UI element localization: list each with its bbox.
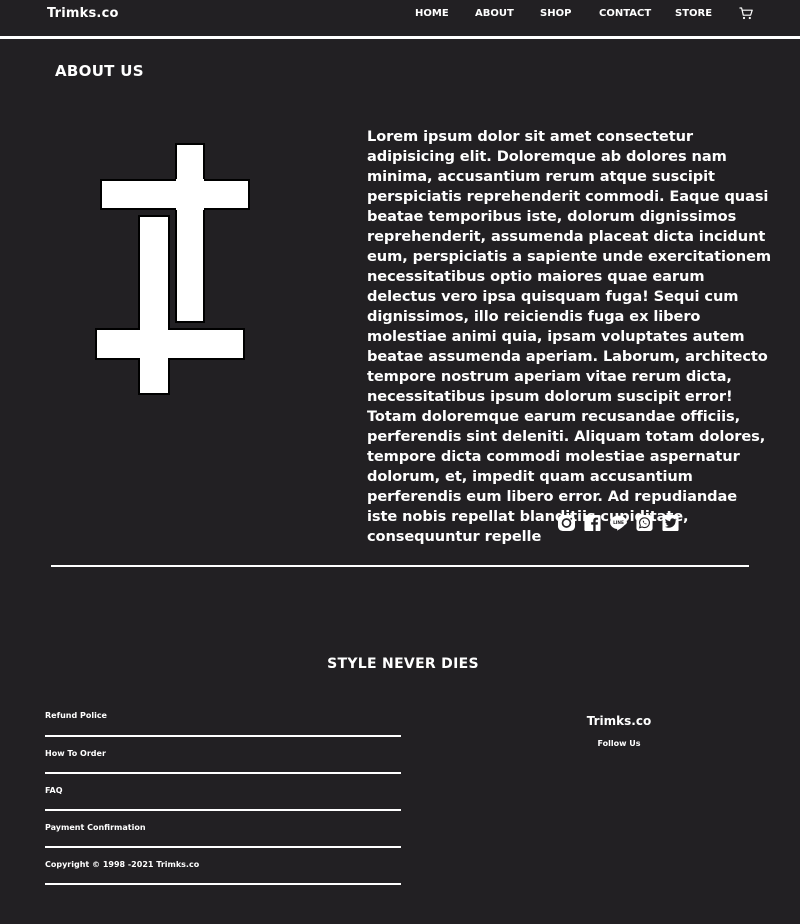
brand-logo-text[interactable]: Trimks.co [47, 6, 119, 21]
footer-tagline: STYLE NEVER DIES [327, 656, 479, 672]
top-navbar: Trimks.co HOME ABOUT SHOP CONTACT STORE [0, 0, 800, 39]
footer-links: Refund Police How To Order FAQ Payment C… [45, 699, 401, 885]
line-icon[interactable]: LINE [609, 514, 628, 532]
footer-link-how-to-order: How To Order [45, 737, 401, 774]
footer-brand: Trimks.co [586, 714, 652, 728]
footer-link-payment-confirmation-text[interactable]: Payment Confirmation [45, 823, 146, 832]
footer-link-refund-text[interactable]: Refund Police [45, 711, 107, 720]
cart-icon[interactable] [739, 7, 753, 20]
social-icons: LINE [557, 514, 680, 533]
copyright-text: Copyright © 1998 -2021 Trimks.co [45, 860, 200, 869]
nav-link-home[interactable]: HOME [415, 8, 449, 19]
footer-copyright: Copyright © 1998 -2021 Trimks.co [45, 848, 401, 885]
nav-link-store[interactable]: STORE [675, 8, 712, 19]
nav-link-shop[interactable]: SHOP [540, 8, 571, 19]
facebook-icon[interactable] [583, 514, 602, 532]
footer-link-faq-text[interactable]: FAQ [45, 786, 63, 795]
line-icon-text: LINE [613, 520, 624, 526]
whatsapp-icon[interactable] [635, 514, 654, 532]
nav-link-contact[interactable]: CONTACT [599, 8, 651, 19]
footer-link-refund: Refund Police [45, 699, 401, 737]
footer-follow-us: Follow Us [597, 739, 641, 748]
instagram-icon[interactable] [557, 514, 576, 532]
twitter-icon[interactable] [661, 514, 680, 532]
inverted-crosses-image [95, 143, 250, 395]
about-description: Lorem ipsum dolor sit amet consectetur a… [367, 128, 771, 545]
footer-link-faq: FAQ [45, 774, 401, 811]
footer-link-payment-confirmation: Payment Confirmation [45, 811, 401, 848]
about-section-title: ABOUT US [55, 62, 144, 80]
section-divider [51, 565, 749, 567]
footer-link-how-to-order-text[interactable]: How To Order [45, 749, 106, 758]
nav-link-about[interactable]: ABOUT [475, 8, 514, 19]
